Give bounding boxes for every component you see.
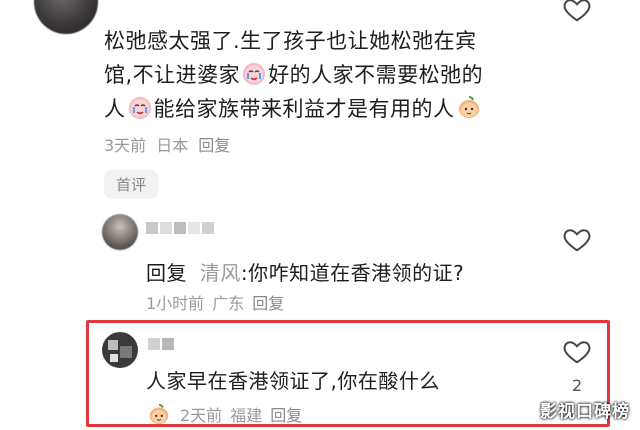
commenter-avatar[interactable] [34,0,98,34]
reply-meta: 1小时前 广东 回复 [146,290,284,314]
comment-line-2: 馆,不让进婆家 好的人家不需要松弛的 [104,58,584,92]
reply-time: 1小时前 [146,294,205,313]
crying-emoji-icon [128,97,151,119]
comment-line-3: 人能给家族带来利益才是有用的人 [104,92,584,126]
reply-avatar[interactable] [102,332,138,368]
first-comment-badge: 首评 [104,170,159,199]
reply-button[interactable]: 回复 [252,290,284,314]
reply-to-username[interactable]: 清风 [200,261,241,285]
reply-username-blurred [148,338,174,350]
comment-text: 松弛感太强了.生了孩子也让她松弛在宾 馆,不让进婆家 好的人家不需要松弛的 人能给… [104,24,584,126]
comment-time: 3天前 [104,136,147,155]
reply-time: 2天前 [180,406,223,425]
comment-line-1: 松弛感太强了.生了孩子也让她松弛在宾 [104,29,477,53]
reply-body: :你咋知道在香港领的证? [240,261,465,285]
like-heart-icon[interactable] [562,336,592,366]
reply-button[interactable]: 回复 [270,402,302,426]
peach-face-emoji-icon [458,96,479,118]
reply-location: 福建 [230,406,263,425]
heart-outline-icon [563,341,591,364]
reply-body: 人家早在香港领证了,你在酸什么 [146,369,440,393]
reply-text: 回复 清风:你咋知道在香港领的证? [146,256,464,290]
crying-emoji-icon [243,63,266,85]
like-count: 2 [572,376,583,395]
reply-button[interactable]: 回复 [198,132,230,156]
heart-outline-icon [563,0,591,22]
reply-meta: 2天前 福建 回复 [146,402,302,426]
like-heart-icon[interactable] [562,0,592,24]
heart-outline-icon [563,229,591,252]
like-heart-icon[interactable] [562,224,592,254]
reply-location: 广东 [212,294,245,313]
comment-meta: 3天前 日本 回复 [104,132,230,156]
reply-username-blurred [146,222,214,234]
watermark-text: 影视口碑榜 [540,402,630,422]
reply-avatar[interactable] [102,214,138,250]
comment-location: 日本 [156,136,189,155]
reply-prefix: 回复 [146,261,187,285]
peach-face-emoji-icon [149,403,169,425]
